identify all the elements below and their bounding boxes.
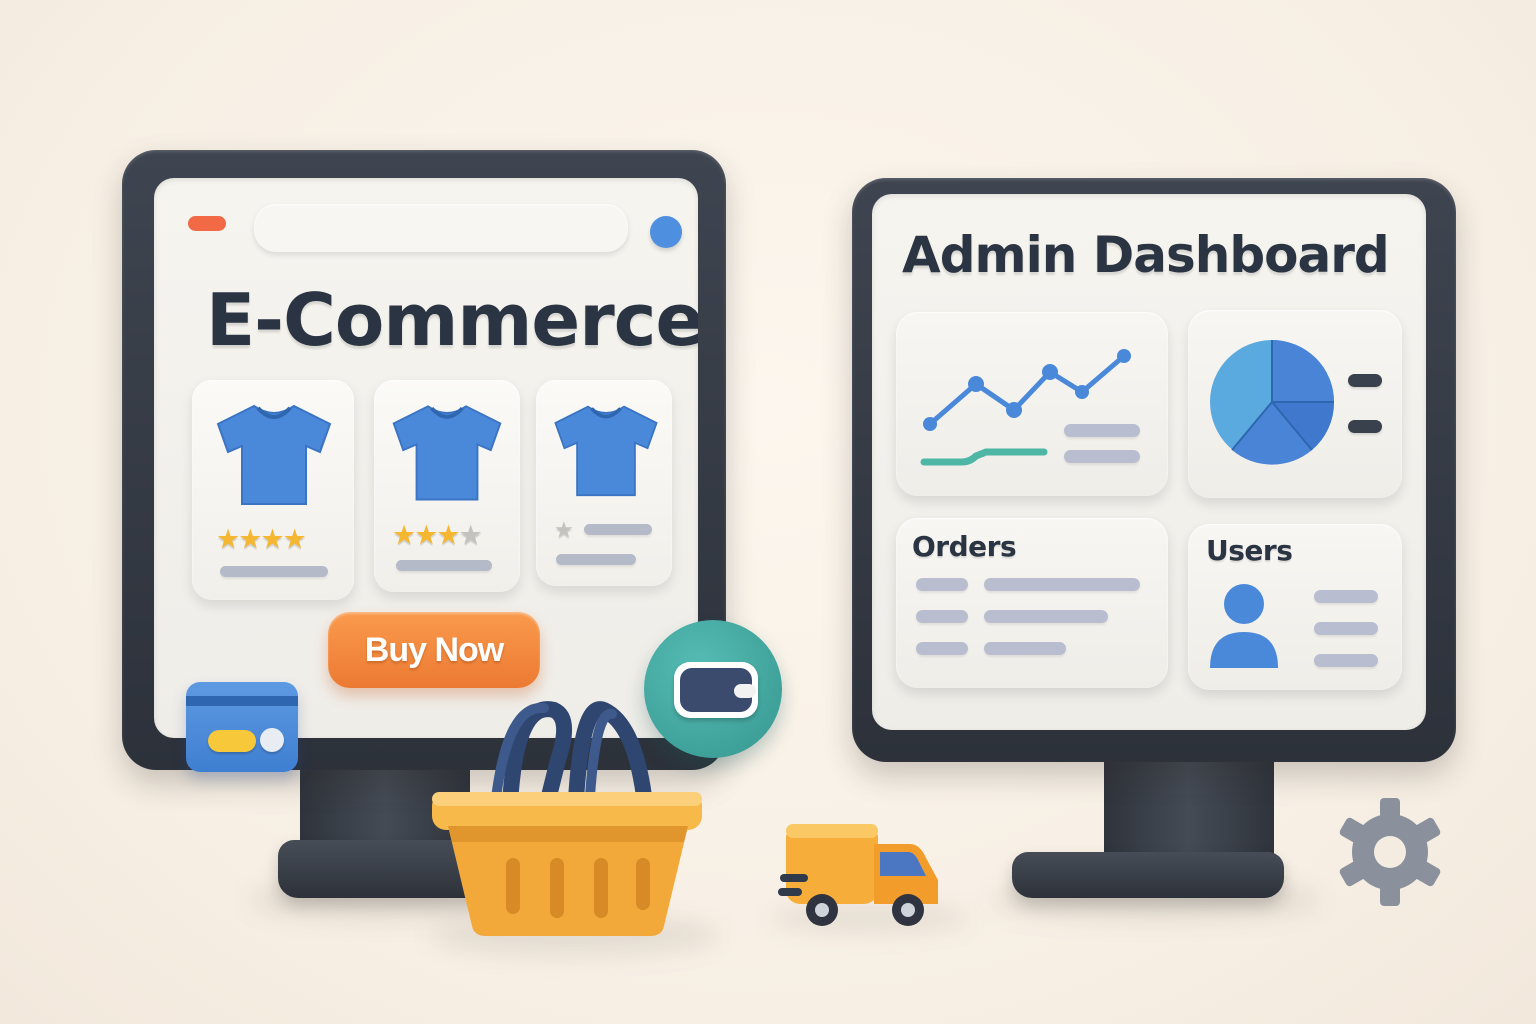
address-bar[interactable]: [254, 204, 628, 252]
user-row-placeholder: [1314, 654, 1378, 667]
product-card[interactable]: ★: [536, 380, 672, 586]
profile-dot[interactable]: [650, 216, 682, 248]
tshirt-icon: [216, 404, 332, 505]
buy-now-button[interactable]: Buy Now: [328, 612, 540, 688]
user-icon: [1210, 584, 1278, 668]
tshirt-icon: [392, 405, 502, 501]
product-label-placeholder: [556, 554, 636, 565]
tshirt-icon: [554, 405, 658, 497]
shopping-basket-icon: [432, 701, 702, 936]
monitor-stand-base: [1012, 852, 1284, 898]
pie-chart-panel[interactable]: [1188, 310, 1402, 498]
legend-placeholder: [1064, 424, 1140, 437]
line-chart-panel[interactable]: [896, 312, 1168, 496]
product-label-placeholder: [584, 524, 652, 535]
credit-card-icon: [186, 682, 298, 772]
gear-icon: [1339, 798, 1441, 906]
product-card[interactable]: ★★★★: [374, 380, 520, 592]
order-row-placeholder: [916, 642, 968, 655]
legend-placeholder: [1064, 450, 1140, 463]
users-panel[interactable]: Users: [1188, 524, 1402, 690]
legend-placeholder: [1348, 374, 1382, 387]
page-title: Admin Dashboard: [902, 226, 1390, 284]
rating-stars: ★: [554, 518, 574, 543]
order-row-placeholder: [916, 610, 968, 623]
user-row-placeholder: [1314, 622, 1378, 635]
line-chart-icon: [920, 349, 1131, 466]
order-row-placeholder: [984, 610, 1108, 623]
dashboard-screen: Admin Dashboard Orders Users: [872, 194, 1426, 730]
close-dot[interactable]: [188, 216, 226, 231]
product-label-placeholder: [396, 560, 492, 571]
delivery-truck-icon: [778, 824, 938, 926]
order-row-placeholder: [984, 642, 1066, 655]
card-chip: [208, 730, 256, 752]
card-stripe: [186, 696, 298, 706]
users-label: Users: [1206, 534, 1293, 567]
card-dot: [260, 728, 284, 752]
user-row-placeholder: [1314, 590, 1378, 603]
rating-stars: ★★★★: [392, 520, 483, 551]
order-row-placeholder: [916, 578, 968, 591]
product-card[interactable]: ★★★★: [192, 380, 354, 600]
pie-chart-icon: [1210, 340, 1335, 465]
wallet-clasp: [734, 684, 756, 698]
orders-panel[interactable]: Orders: [896, 518, 1168, 688]
rating-stars: ★★★★: [216, 524, 307, 555]
page-title: E-Commerce: [206, 278, 698, 362]
product-label-placeholder: [220, 566, 328, 577]
orders-label: Orders: [912, 530, 1017, 563]
legend-placeholder: [1348, 420, 1382, 433]
ecommerce-screen: E-Commerce ★★★★ ★★★★ ★ Buy Now: [154, 178, 698, 738]
order-row-placeholder: [984, 578, 1140, 591]
